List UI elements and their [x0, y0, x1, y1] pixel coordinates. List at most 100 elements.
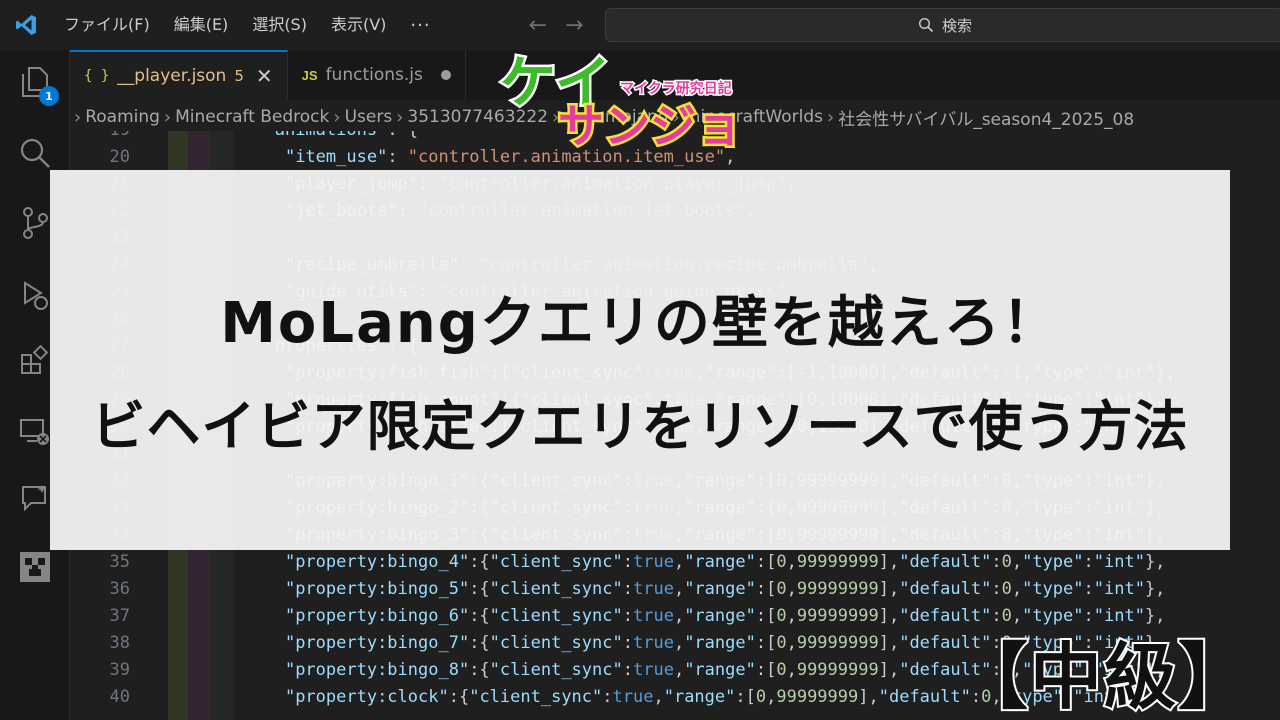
logo-tagline: マイクラ研究日記	[620, 80, 732, 97]
json-key: "type"	[1022, 552, 1084, 572]
banner-title-line2: ビヘイビア限定クエリをリソースで使う方法	[91, 395, 1189, 458]
json-number: 0	[776, 579, 787, 599]
json-number: 0	[776, 606, 787, 626]
forward-arrow-icon[interactable]: →	[565, 13, 583, 38]
json-key: "default"	[899, 579, 992, 599]
line-number: 38	[109, 633, 130, 653]
json-key: "property:clock"	[284, 687, 449, 707]
extensions-icon[interactable]	[15, 340, 55, 380]
json-number: 0	[776, 552, 787, 572]
menu-edit[interactable]: 編集(E)	[162, 0, 241, 50]
json-key: "property:bingo_4"	[284, 552, 470, 572]
json-bool: true	[632, 660, 674, 680]
json-key: "range"	[684, 633, 756, 653]
json-key: "default"	[899, 552, 992, 572]
menu-more-button[interactable]: ···	[398, 15, 442, 36]
chevron-right-icon: ›	[333, 106, 341, 128]
json-number: 99999999	[796, 633, 879, 653]
code-text: "property:bingo_5":{"client_sync":true,"…	[244, 576, 1165, 603]
json-key: "animations"	[264, 131, 387, 140]
chevron-right-icon: ›	[74, 106, 82, 128]
json-string: "controller.animation.item_use"	[407, 147, 726, 167]
json-key: "item_use"	[284, 147, 388, 167]
logo-bottom-text: サンジョ	[558, 99, 742, 150]
vscode-logo-icon[interactable]	[0, 0, 52, 50]
json-key: "client_sync"	[489, 606, 623, 626]
breadcrumb-item[interactable]: Roaming	[85, 107, 160, 127]
close-icon[interactable]: ✕	[256, 64, 273, 88]
explorer-icon[interactable]: 1	[15, 62, 59, 106]
chevron-right-icon: ›	[396, 106, 404, 128]
breadcrumb-item[interactable]: 社会性サバイバル_season4_2025_08	[838, 105, 1134, 130]
json-key: "client_sync"	[489, 579, 623, 599]
json-number: 0	[1001, 579, 1012, 599]
json-key: "property:bingo_6"	[284, 606, 470, 626]
line-number: 36	[109, 579, 130, 599]
line-number: 20	[109, 147, 130, 167]
tab-label: __player.json	[117, 66, 227, 86]
json-file-icon: { }	[84, 68, 110, 84]
json-key: "range"	[684, 579, 756, 599]
chevron-right-icon: ›	[163, 106, 172, 128]
json-number: 0	[1001, 552, 1012, 572]
tab-player-json[interactable]: { } __player.json 5 ✕	[70, 50, 288, 100]
code-line[interactable]: 36 "property:bingo_5":{"client_sync":tru…	[70, 576, 1280, 603]
json-number: 99999999	[796, 579, 879, 599]
json-number: 0	[776, 660, 787, 680]
site-logo: ケイ マイクラ研究日記 サンジョ	[498, 50, 745, 150]
search-view-icon[interactable]	[15, 133, 55, 173]
json-key: "range"	[684, 552, 756, 572]
json-bool: true	[632, 552, 674, 572]
minecraft-creeper-icon[interactable]	[15, 547, 55, 587]
breadcrumb-item[interactable]: Minecraft Bedrock	[175, 107, 329, 127]
source-control-icon[interactable]	[15, 203, 55, 243]
json-bool: true	[612, 687, 654, 707]
line-number: 40	[109, 687, 130, 707]
json-key: "property:bingo_8"	[284, 660, 470, 680]
json-key: "property:bingo_5"	[284, 579, 470, 599]
json-bool: true	[632, 579, 674, 599]
tab-label: functions.js	[325, 65, 423, 85]
menu-file[interactable]: ファイル(F)	[52, 0, 162, 50]
json-key: "client_sync"	[489, 633, 623, 653]
json-key: "int"	[1093, 579, 1145, 599]
back-arrow-icon[interactable]: ←	[529, 13, 547, 38]
json-key: "property:bingo_7"	[284, 633, 470, 653]
navigation-arrows: ← →	[529, 13, 584, 38]
code-text: "animations": {	[244, 131, 418, 144]
json-number: 0	[755, 687, 767, 707]
code-text: "property:bingo_4":{"client_sync":true,"…	[244, 549, 1165, 576]
json-bool: true	[632, 606, 674, 626]
line-number: 19	[70, 131, 130, 144]
chat-icon[interactable]	[15, 478, 55, 518]
menu-view[interactable]: 表示(V)	[319, 0, 398, 50]
json-key: "client_sync"	[489, 552, 623, 572]
menu-selection[interactable]: 選択(S)	[240, 0, 319, 50]
command-center-search[interactable]: 検索	[605, 8, 1280, 42]
json-key: "range"	[684, 606, 756, 626]
line-number: 39	[109, 660, 130, 680]
remote-explorer-icon[interactable]	[15, 412, 55, 452]
run-debug-icon[interactable]	[15, 275, 55, 315]
line-number: 37	[109, 606, 130, 626]
tab-functions-js[interactable]: JS functions.js	[288, 50, 466, 100]
json-key: "range"	[684, 660, 756, 680]
line-number: 35	[109, 552, 130, 572]
code-line[interactable]: 35 "property:bingo_4":{"client_sync":tru…	[70, 549, 1280, 576]
js-file-icon: JS	[301, 67, 318, 83]
json-key: "range"	[663, 687, 736, 707]
json-key: "type"	[1022, 579, 1084, 599]
breadcrumb-item[interactable]: Users	[345, 107, 393, 127]
json-number: 0	[776, 633, 787, 653]
unsaved-dot-icon[interactable]	[440, 70, 451, 80]
title-banner: MoLangクエリの壁を越えろ！ ビヘイビア限定クエリをリソースで使う方法	[50, 170, 1230, 550]
search-icon	[918, 17, 934, 33]
json-value: :{"client_sync":true,"range":[0,99999999…	[469, 552, 1166, 572]
